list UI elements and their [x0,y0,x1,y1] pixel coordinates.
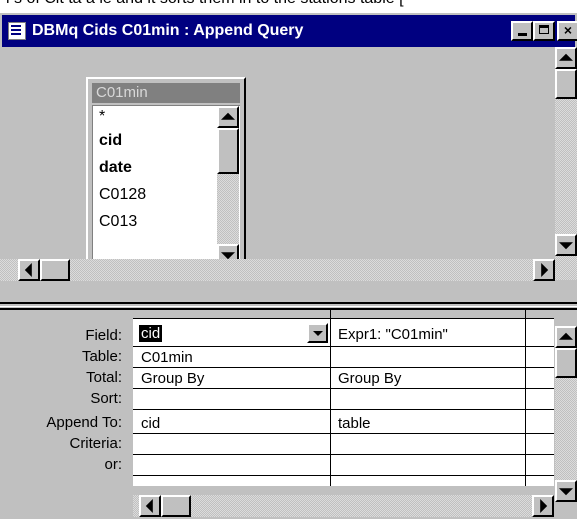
grid-vscroll-thumb[interactable] [555,348,577,378]
grid-scroll-down-button[interactable] [555,480,577,502]
arrow-right-icon [541,263,549,277]
append-to-cell-col1[interactable]: cid [141,415,160,432]
maximize-icon [539,25,549,34]
field-list-title[interactable]: C01min [92,83,240,103]
field-dropdown-button[interactable] [307,323,328,343]
arrow-right-icon [540,499,548,513]
minimize-icon [518,33,527,36]
column-selector-bar[interactable] [133,310,554,319]
total-cell-col2[interactable]: Group By [338,370,401,387]
grid-vscrollbar[interactable] [555,326,577,502]
row-label-field: Field: [85,327,122,344]
chevron-down-icon [312,331,323,336]
table-pane-vscroll-thumb[interactable] [555,69,577,99]
grid-hscrollbar[interactable] [133,495,554,517]
field-date[interactable]: date [99,159,132,177]
field-c0128[interactable]: C0128 [99,186,146,204]
total-cell-col1[interactable]: Group By [141,370,204,387]
arrow-left-icon [24,263,32,277]
table-pane-hscrollbar[interactable] [0,259,555,281]
table-pane-scroll-down-button[interactable] [555,234,577,256]
close-button[interactable]: × [557,21,577,41]
row-label-total: Total: [86,369,122,386]
arrow-down-icon [559,242,573,250]
field-cid[interactable]: cid [99,132,122,150]
grid-line [133,346,554,347]
table-pane-scroll-right-button[interactable] [533,259,555,281]
background-text: i s of Cit ta a ie and it sorts them in … [6,0,404,8]
table-pane-scroll-up-button[interactable] [555,47,577,69]
grid-line [133,409,554,410]
arrow-up-icon [221,112,235,120]
row-label-or: or: [104,456,122,473]
grid-line [133,367,554,368]
grid-column-divider [525,310,526,486]
maximize-button[interactable] [533,21,555,41]
table-pane-hscroll-thumb[interactable] [40,259,70,281]
grid-column-divider [330,310,331,486]
row-label-table: Table: [81,348,122,365]
field-list-c01min[interactable]: C01min * cid date C0128 C013 [86,77,246,273]
field-cell-expr1[interactable]: Expr1: "C01min" [338,326,448,343]
table-cell-col1[interactable]: C01min [141,349,193,366]
table-pane: C01min * cid date C0128 C013 [0,47,577,301]
arrow-left-icon [145,499,153,513]
row-label-criteria: Criteria: [69,435,122,452]
arrow-up-icon [559,53,573,61]
design-grid-pane: Field: Table: Total: Sort: Append To: Cr… [0,310,577,519]
window-title: DBMq Cids C01min : Append Query [32,22,304,39]
pane-splitter[interactable] [0,302,577,310]
row-label-sort: Sort: [90,390,122,407]
table-pane-scroll-left-button[interactable] [18,259,40,281]
arrow-down-icon [559,488,573,496]
arrow-up-icon [559,332,573,340]
grid-line [133,475,554,476]
table-pane-canvas [0,47,555,280]
minimize-button[interactable] [511,21,533,41]
grid-line [133,388,554,389]
field-cell-cid[interactable]: cid [139,325,163,342]
title-bar[interactable]: DBMq Cids C01min : Append Query × [2,15,577,47]
grid-scroll-left-button[interactable] [139,495,161,517]
grid-scroll-right-button[interactable] [532,495,554,517]
grid-line [133,433,554,434]
query-icon[interactable] [8,22,26,40]
field-c013[interactable]: C013 [99,213,137,231]
field-list-scroll-up-button[interactable] [217,106,239,128]
grid-hscroll-thumb[interactable] [161,495,191,517]
row-label-append-to: Append To: [46,414,122,431]
field-list-box[interactable]: * cid date C0128 C013 [92,105,240,267]
grid-scroll-up-button[interactable] [555,326,577,348]
field-all[interactable]: * [99,108,105,126]
grid-line [133,454,554,455]
field-list-scroll-thumb[interactable] [217,128,239,174]
append-query-window: DBMq Cids C01min : Append Query × C01min… [0,13,577,519]
append-to-cell-col2[interactable]: table [338,415,371,432]
close-icon: × [563,22,573,38]
field-list-scrollbar[interactable] [217,106,239,266]
query-design-grid[interactable]: cid C01min Group By cid Expr1: "C01min" … [133,310,554,486]
table-pane-vscrollbar[interactable] [555,47,577,280]
